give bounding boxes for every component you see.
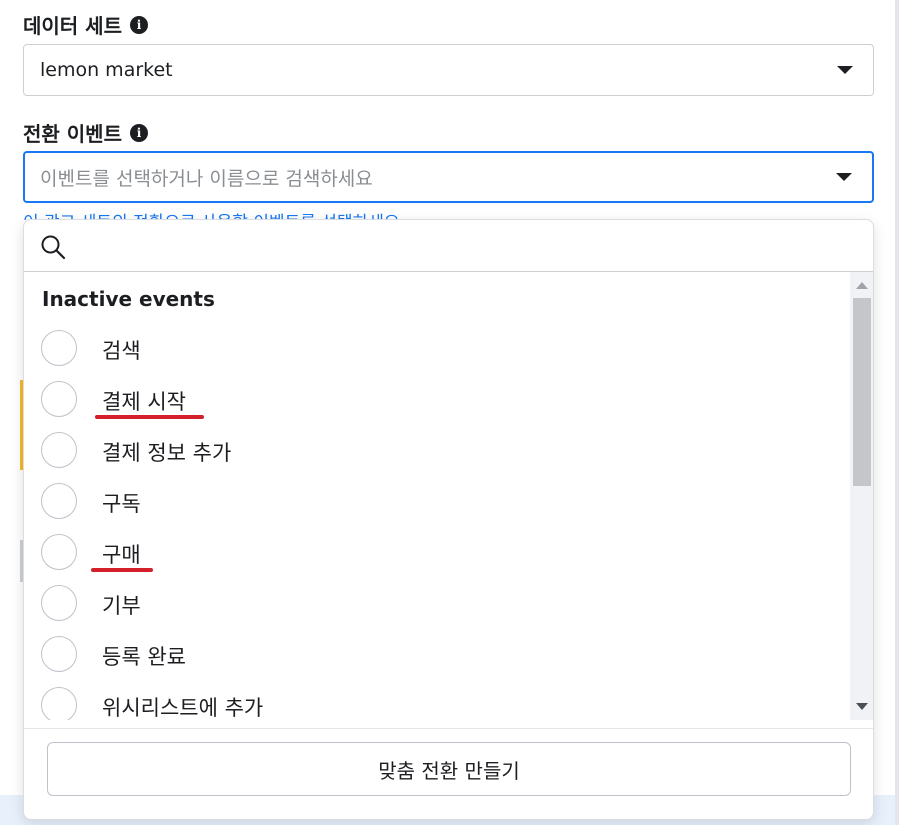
dataset-label: 데이터 세트 i	[23, 10, 148, 39]
radio-icon[interactable]	[41, 687, 77, 720]
conversion-event-placeholder: 이벤트를 선택하거나 이름으로 검색하세요	[40, 167, 373, 190]
event-list[interactable]: Inactive events 검색 결제 시작 결제 정보 추가 구독 구매 …	[24, 272, 850, 720]
annotation-underline	[91, 568, 153, 572]
scroll-down-icon[interactable]	[856, 703, 868, 710]
dataset-label-text: 데이터 세트	[23, 14, 122, 38]
event-option-search[interactable]: 검색	[24, 323, 850, 373]
event-option-label: 위시리스트에 추가	[102, 696, 264, 720]
radio-icon[interactable]	[41, 483, 77, 519]
scrollbar-thumb[interactable]	[853, 298, 871, 486]
event-option-add-to-wishlist[interactable]: 위시리스트에 추가	[24, 680, 850, 720]
event-option-donate[interactable]: 기부	[24, 578, 850, 628]
create-custom-conversion-button[interactable]: 맞춤 전환 만들기	[47, 742, 851, 796]
radio-icon[interactable]	[41, 534, 77, 570]
dropdown-footer: 맞춤 전환 만들기	[24, 728, 873, 819]
info-icon[interactable]: i	[129, 15, 148, 34]
dataset-select[interactable]: lemon market	[23, 44, 874, 96]
event-option-subscribe[interactable]: 구독	[24, 476, 850, 526]
caret-down-icon	[836, 173, 852, 181]
radio-icon[interactable]	[41, 636, 77, 672]
event-option-purchase[interactable]: 구매	[24, 527, 850, 577]
event-option-add-payment-info[interactable]: 결제 정보 추가	[24, 425, 850, 475]
search-icon	[41, 235, 66, 260]
event-option-label: 등록 완료	[102, 645, 186, 669]
event-option-label: 결제 정보 추가	[102, 441, 232, 465]
section-title-inactive-events: Inactive events	[42, 287, 215, 311]
conversion-event-select[interactable]: 이벤트를 선택하거나 이름으로 검색하세요	[23, 151, 874, 203]
event-option-label: 구매	[102, 543, 141, 567]
annotation-underline	[95, 415, 204, 419]
event-option-label: 구독	[102, 492, 141, 516]
radio-icon[interactable]	[41, 432, 77, 468]
conversion-event-label-text: 전환 이벤트	[23, 122, 122, 146]
dataset-value: lemon market	[40, 59, 173, 81]
page-right-edge	[895, 0, 899, 825]
event-option-label: 검색	[102, 339, 141, 363]
event-option-label: 기부	[102, 594, 141, 618]
radio-icon[interactable]	[41, 330, 77, 366]
event-option-complete-registration[interactable]: 등록 완료	[24, 629, 850, 679]
event-option-label: 결제 시작	[102, 390, 186, 414]
conversion-event-label: 전환 이벤트 i	[23, 118, 148, 147]
event-dropdown: Inactive events 검색 결제 시작 결제 정보 추가 구독 구매 …	[23, 219, 874, 820]
radio-icon[interactable]	[41, 381, 77, 417]
event-search-input[interactable]	[24, 220, 873, 272]
list-scrollbar[interactable]	[850, 272, 873, 720]
event-option-initiate-checkout[interactable]: 결제 시작	[24, 374, 850, 424]
radio-icon[interactable]	[41, 585, 77, 621]
scroll-up-icon[interactable]	[856, 282, 868, 289]
info-icon[interactable]: i	[129, 123, 148, 142]
caret-down-icon	[837, 66, 853, 74]
